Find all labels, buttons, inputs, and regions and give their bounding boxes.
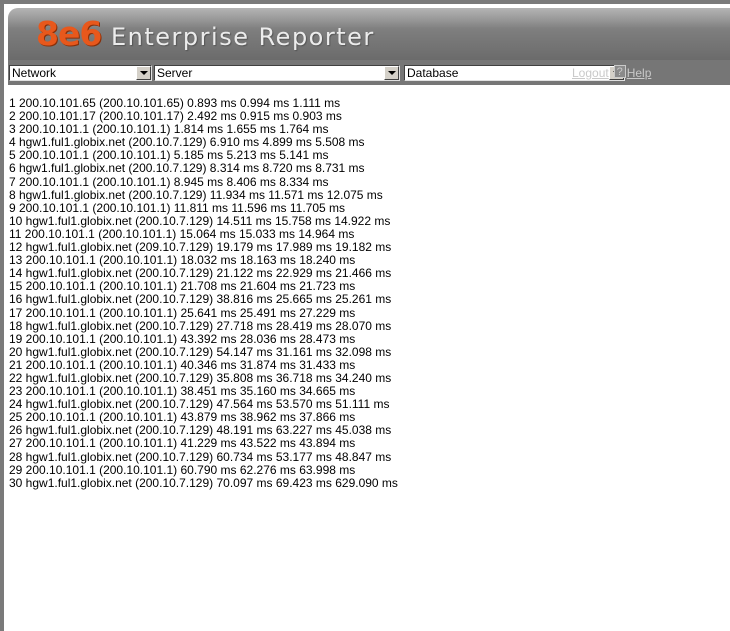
chevron-down-icon[interactable] [136,66,151,80]
trace-line: 7 200.10.101.1 (200.10.101.1) 8.945 ms 8… [9,174,329,189]
header-banner: 8e6 Enterprise Reporter [8,8,730,60]
traceroute-output: 1 200.10.101.65 (200.10.101.65) 0.893 ms… [9,96,730,490]
logout-link[interactable]: Logout [572,66,609,80]
trace-line: 30 hgw1.ful1.globix.net (200.10.7.129) 7… [9,475,398,490]
nav-links: Logout? Help [572,65,651,81]
trace-line: 18 hgw1.ful1.globix.net (200.10.7.129) 2… [9,318,392,333]
chevron-down-icon[interactable] [384,66,399,80]
navigation-bar: Network Server Database Logout? Help [8,60,730,85]
trace-line: 27 200.10.101.1 (200.10.101.1) 41.229 ms… [9,436,356,451]
trace-line: 16 hgw1.ful1.globix.net (200.10.7.129) 3… [9,292,392,307]
server-select[interactable]: Server [154,65,400,81]
trace-line: 20 hgw1.ful1.globix.net (200.10.7.129) 5… [9,344,392,359]
trace-line: 8 hgw1.ful1.globix.net (200.10.7.129) 11… [9,187,383,202]
trace-line: 29 200.10.101.1 (200.10.101.1) 60.790 ms… [9,462,356,477]
app-title: Enterprise Reporter [111,23,375,51]
trace-line: 6 hgw1.ful1.globix.net (200.10.7.129) 8.… [9,161,365,176]
trace-line: 28 hgw1.ful1.globix.net (200.10.7.129) 6… [9,449,392,464]
brand-logo: 8e6 [36,14,102,53]
trace-line: 21 200.10.101.1 (200.10.101.1) 40.346 ms… [9,357,356,372]
network-select[interactable]: Network [9,65,152,81]
trace-line: 17 200.10.101.1 (200.10.101.1) 25.641 ms… [9,305,356,320]
help-icon[interactable]: ? [613,65,626,78]
trace-line: 19 200.10.101.1 (200.10.101.1) 43.392 ms… [9,331,356,346]
trace-line: 10 hgw1.ful1.globix.net (200.10.7.129) 1… [9,213,391,228]
help-link[interactable]: Help [627,66,652,80]
network-select-value: Network [12,66,57,80]
server-select-value: Server [157,66,193,80]
database-select-value: Database [407,66,459,80]
trace-line: 9 200.10.101.1 (200.10.101.1) 11.811 ms … [9,200,346,215]
